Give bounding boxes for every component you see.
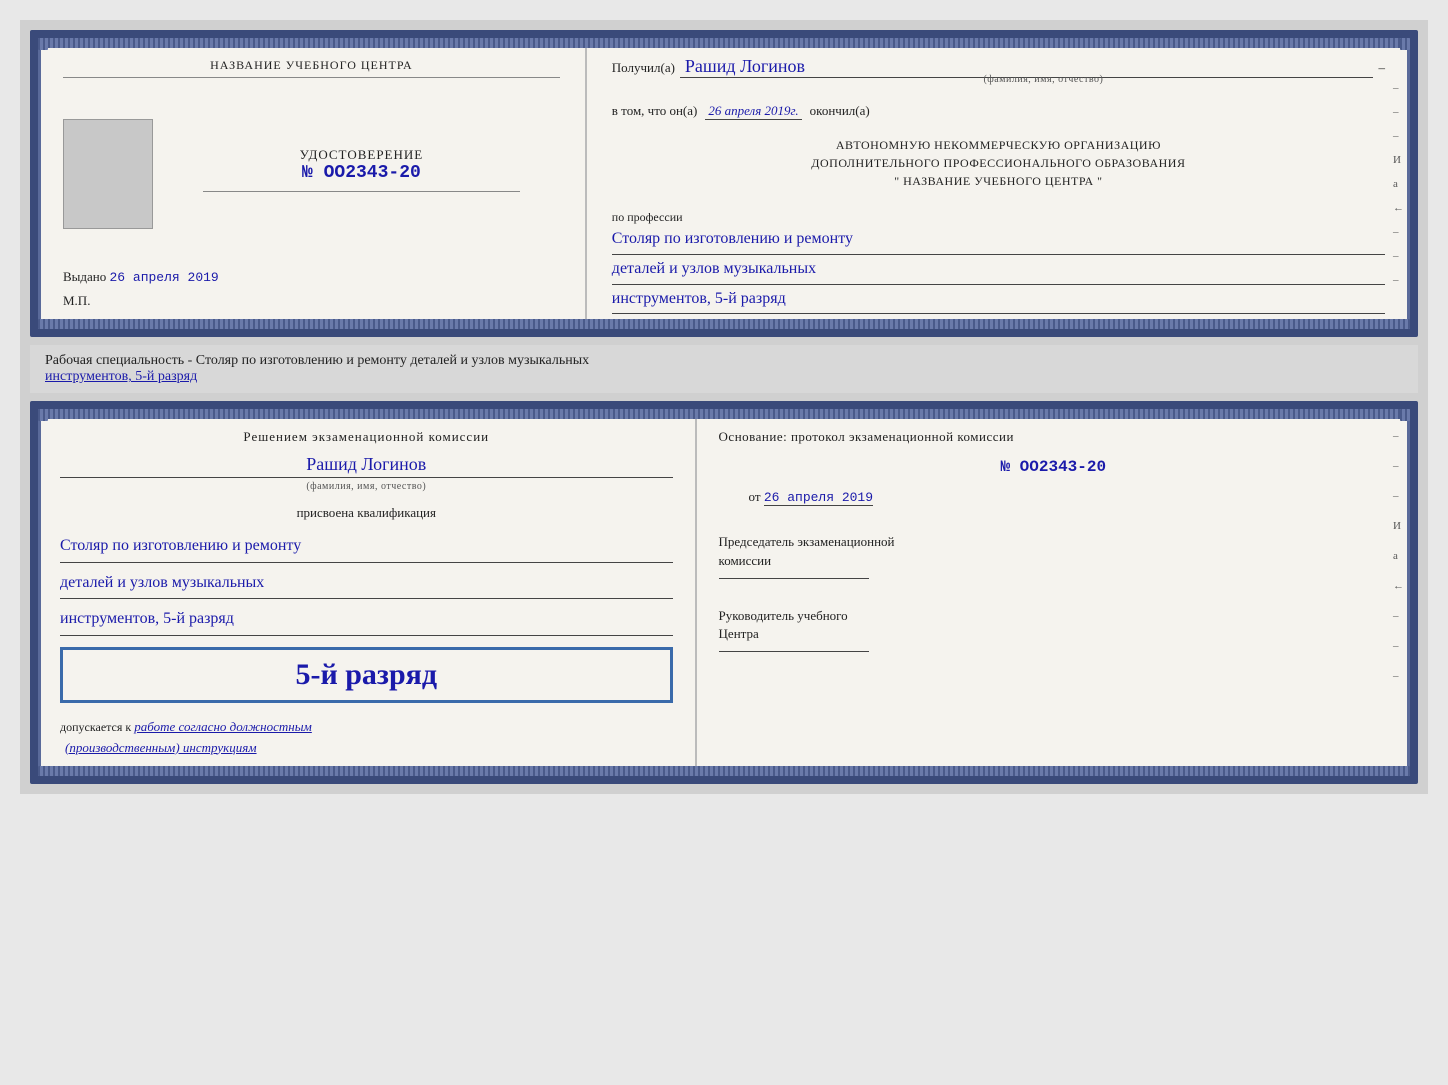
diploma-bottom-right: Основание: протокол экзаменационной коми… bbox=[697, 409, 1410, 775]
diploma-top: НАЗВАНИЕ УЧЕБНОГО ЦЕНТРА УДОСТОВЕРЕНИЕ №… bbox=[30, 30, 1418, 337]
from-date: от 26 апреля 2019 bbox=[719, 489, 1388, 505]
big-rank-text: 5-й разряд bbox=[78, 658, 655, 692]
mp-label: М.П. bbox=[63, 293, 560, 309]
protocol-number: № OO2343-20 bbox=[719, 458, 1388, 476]
profession-line1: Столяр по изготовлению и ремонту bbox=[612, 225, 1385, 255]
recipient-row: Получил(а) Рашид Логинов – (фамилия, имя… bbox=[612, 56, 1385, 85]
qualification-label: присвоена квалификация bbox=[60, 505, 673, 521]
issued-line: Выдано 26 апреля 2019 bbox=[63, 269, 560, 285]
date-value: 26 апреля 2019г. bbox=[705, 103, 801, 120]
chairman-signature bbox=[719, 578, 869, 579]
qual-line3: инструментов, 5-й разряд bbox=[60, 604, 673, 635]
diploma-top-left: НАЗВАНИЕ УЧЕБНОГО ЦЕНТРА УДОСТОВЕРЕНИЕ №… bbox=[38, 38, 587, 329]
commission-name: Рашид Логинов bbox=[60, 452, 673, 478]
chairman-label2: комиссии bbox=[719, 552, 1388, 570]
director-signature bbox=[719, 651, 869, 652]
qual-line1: Столяр по изготовлению и ремонту bbox=[60, 531, 673, 562]
diploma-bottom: Решением экзаменационной комиссии Рашид … bbox=[30, 401, 1418, 783]
director-block: Руководитель учебного Центра bbox=[719, 607, 1388, 652]
photo-placeholder bbox=[63, 119, 153, 229]
side-marks-bottom: – – – И а ← – – – bbox=[1393, 430, 1404, 682]
fio-hint-bottom: (фамилия, имя, отчество) bbox=[60, 481, 673, 492]
director-label2: Центра bbox=[719, 625, 1388, 643]
cert-block: УДОСТОВЕРЕНИЕ № OO2343-20 bbox=[163, 147, 560, 200]
side-marks-top: – – – И а ← – – – bbox=[1393, 82, 1404, 286]
recipient-prefix: Получил(а) bbox=[612, 60, 675, 76]
profession-line2: деталей и узлов музыкальных bbox=[612, 255, 1385, 285]
chairman-block: Председатель экзаменационной комиссии bbox=[719, 533, 1388, 578]
middle-text: Рабочая специальность - Столяр по изгото… bbox=[30, 345, 1418, 393]
admit-line: допускается к работе согласно должностны… bbox=[60, 719, 673, 735]
diploma-bottom-left: Решением экзаменационной комиссии Рашид … bbox=[38, 409, 697, 775]
profession-line3: инструментов, 5-й разряд bbox=[612, 285, 1385, 315]
commission-title: Решением экзаменационной комиссии bbox=[60, 429, 673, 445]
date-line: в том, что он(а) 26 апреля 2019г. окончи… bbox=[612, 103, 1385, 120]
chairman-label1: Председатель экзаменационной bbox=[719, 533, 1388, 551]
cert-number: № OO2343-20 bbox=[163, 163, 560, 183]
org-block: АВТОНОМНУЮ НЕКОММЕРЧЕСКУЮ ОРГАНИЗАЦИЮ ДО… bbox=[612, 136, 1385, 190]
center-name-top: НАЗВАНИЕ УЧЕБНОГО ЦЕНТРА bbox=[63, 58, 560, 78]
profession-block: по профессии Столяр по изготовлению и ре… bbox=[612, 205, 1385, 314]
page-container: НАЗВАНИЕ УЧЕБНОГО ЦЕНТРА УДОСТОВЕРЕНИЕ №… bbox=[20, 20, 1428, 794]
osnovaniye: Основание: протокол экзаменационной коми… bbox=[719, 429, 1388, 445]
diploma-top-right: Получил(а) Рашид Логинов – (фамилия, имя… bbox=[587, 38, 1410, 329]
qual-line2: деталей и узлов музыкальных bbox=[60, 568, 673, 599]
admit-line2: (производственным) инструкциям bbox=[65, 740, 673, 756]
cert-label: УДОСТОВЕРЕНИЕ bbox=[163, 147, 560, 163]
director-label1: Руководитель учебного bbox=[719, 607, 1388, 625]
big-rank-box: 5-й разряд bbox=[60, 647, 673, 703]
